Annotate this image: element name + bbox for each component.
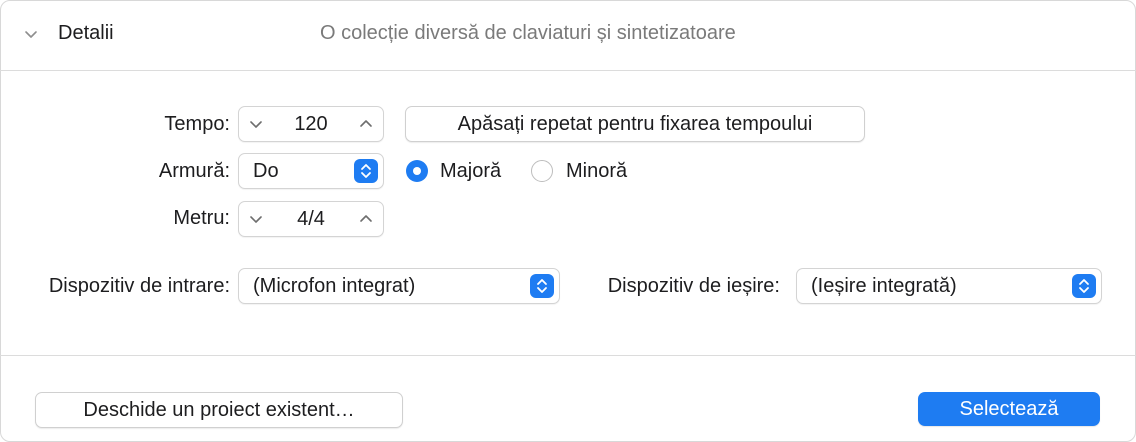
major-label[interactable]: Majoră — [440, 160, 501, 183]
popup-arrows-icon — [530, 274, 554, 298]
chevron-down-icon[interactable] — [22, 26, 40, 44]
output-device-label: Dispozitiv de ieșire: — [607, 275, 780, 297]
increment-icon[interactable] — [357, 115, 375, 133]
meter-label: Metru: — [173, 207, 230, 229]
popup-arrows-icon — [1072, 274, 1096, 298]
output-device-value: (Ieșire integrată) — [811, 275, 957, 297]
footer-divider — [0, 355, 1136, 356]
section-title: Detalii — [58, 22, 114, 44]
tempo-stepper[interactable]: 120 — [238, 106, 384, 142]
select-button[interactable]: Selectează — [918, 392, 1100, 426]
input-device-value: (Microfon integrat) — [253, 275, 416, 297]
major-radio[interactable] — [406, 160, 428, 182]
tempo-label: Tempo: — [164, 113, 230, 135]
key-label: Armură: — [158, 160, 230, 182]
details-header[interactable]: Detalii O colecție diversă de claviaturi… — [0, 0, 1136, 70]
increment-icon[interactable] — [357, 210, 375, 228]
open-existing-project-button[interactable]: Deschide un proiect existent… — [35, 392, 403, 428]
input-device-label: Dispozitiv de intrare: — [48, 275, 230, 297]
popup-arrows-icon — [354, 159, 378, 183]
section-subtitle: O colecție diversă de claviaturi și sint… — [320, 22, 736, 44]
output-device-select[interactable]: (Ieșire integrată) — [796, 268, 1102, 304]
minor-label[interactable]: Minoră — [566, 160, 627, 183]
minor-radio[interactable] — [531, 160, 553, 182]
key-value: Do — [253, 160, 279, 182]
input-device-select[interactable]: (Microfon integrat) — [238, 268, 560, 304]
tap-tempo-button[interactable]: Apăsați repetat pentru fixarea tempoului — [405, 106, 865, 142]
key-select[interactable]: Do — [238, 153, 384, 189]
meter-stepper[interactable]: 4/4 — [238, 201, 384, 237]
header-divider — [0, 70, 1136, 71]
